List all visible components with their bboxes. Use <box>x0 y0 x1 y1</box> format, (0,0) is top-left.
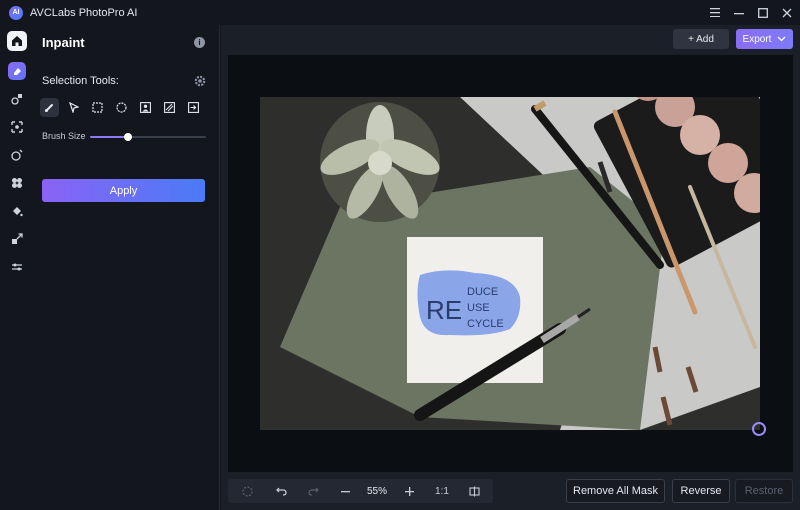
redo-icon[interactable] <box>296 479 330 503</box>
brush-size-label: Brush Size <box>42 131 86 141</box>
face-icon[interactable] <box>0 141 34 169</box>
maximize-icon[interactable] <box>752 3 774 23</box>
photo-illustration: RE DUCE USE CYCLE <box>260 97 760 430</box>
menu-icon[interactable] <box>704 3 726 23</box>
adjust-icon[interactable] <box>0 253 34 281</box>
lasso-icon[interactable] <box>228 479 266 503</box>
upscale-icon[interactable] <box>0 225 34 253</box>
close-icon[interactable] <box>776 3 798 23</box>
home-icon[interactable] <box>7 31 27 51</box>
window-controls <box>704 0 800 25</box>
rectangle-icon[interactable] <box>88 98 107 117</box>
selection-tools <box>40 98 208 117</box>
card-text-cycle: CYCLE <box>467 318 504 330</box>
title-bar: AI AVCLabs PhotoPro AI <box>0 0 800 25</box>
app-logo: AI <box>9 5 23 20</box>
enhance-icon[interactable] <box>0 85 34 113</box>
add-button[interactable]: + Add <box>673 29 729 49</box>
background-icon[interactable] <box>0 169 34 197</box>
apply-button[interactable]: Apply <box>42 179 205 202</box>
workspace: + Add Export RE DUCE USE CYCLE 55% 1:1 R… <box>221 25 800 510</box>
left-rail <box>0 25 34 510</box>
panel-title: Inpaint <box>42 35 85 50</box>
remove-object-icon[interactable] <box>0 113 34 141</box>
brush-size-slider[interactable] <box>90 133 206 141</box>
actual-size-button[interactable]: 1:1 <box>424 479 460 503</box>
app-window: AI AVCLabs PhotoPro AI Inpaint i Selecti… <box>0 0 800 510</box>
brush-size-fill <box>90 136 129 138</box>
minimize-icon[interactable] <box>728 3 750 23</box>
restore-button[interactable]: Restore <box>735 479 793 503</box>
chevron-down-icon <box>777 36 786 42</box>
canvas-area[interactable]: RE DUCE USE CYCLE <box>228 55 793 472</box>
selection-tools-label: Selection Tools: <box>42 75 119 87</box>
inpaint-icon[interactable] <box>0 57 34 85</box>
zoom-level: 55% <box>366 485 387 497</box>
import-mask-icon[interactable] <box>184 98 203 117</box>
logo-text: AI <box>12 9 20 16</box>
card-text-re: RE <box>426 295 462 325</box>
colorize-icon[interactable] <box>0 197 34 225</box>
person-select-icon[interactable] <box>136 98 155 117</box>
reverse-button[interactable]: Reverse <box>672 479 730 503</box>
app-title: AVCLabs PhotoPro AI <box>30 6 138 19</box>
card-text-use: USE <box>467 302 490 314</box>
info-icon[interactable]: i <box>194 37 205 48</box>
brush-size-thumb[interactable] <box>124 133 133 141</box>
undo-icon[interactable] <box>266 479 296 503</box>
gear-icon[interactable] <box>194 75 206 87</box>
brush-icon[interactable] <box>40 98 59 117</box>
card-text-duce: DUCE <box>467 286 498 298</box>
polygon-icon[interactable] <box>64 98 83 117</box>
ellipse-icon[interactable] <box>112 98 131 117</box>
pattern-select-icon[interactable] <box>160 98 179 117</box>
export-label: Export <box>742 33 772 45</box>
compare-icon[interactable] <box>460 479 488 503</box>
resize-handle[interactable] <box>752 422 766 436</box>
export-button[interactable]: Export <box>736 29 793 49</box>
zoom-in-icon[interactable] <box>394 479 424 503</box>
photo-preview[interactable]: RE DUCE USE CYCLE <box>260 97 760 430</box>
inpaint-panel: Inpaint i Selection Tools: Brush Size Ap… <box>34 25 220 510</box>
remove-all-mask-button[interactable]: Remove All Mask <box>566 479 665 503</box>
zoom-toolbar: 55% 1:1 <box>228 479 493 503</box>
zoom-out-icon[interactable] <box>330 479 360 503</box>
